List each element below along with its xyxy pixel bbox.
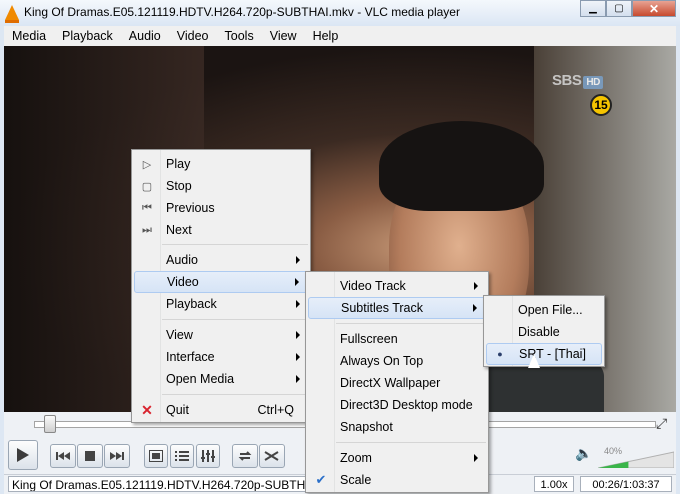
menu-media[interactable]: Media <box>4 29 54 43</box>
menu-item-interface[interactable]: Interface <box>134 346 308 368</box>
checkmark-icon: ✔ <box>315 472 327 487</box>
equalizer-button[interactable] <box>196 444 220 468</box>
play-button[interactable] <box>8 440 38 470</box>
extended-settings-button[interactable] <box>170 444 194 468</box>
menu-item-directx-wallpaper[interactable]: DirectX Wallpaper <box>308 372 486 394</box>
window-controls: ▁ ▢ ✕ <box>580 0 676 18</box>
menu-item-view[interactable]: View <box>134 324 308 346</box>
context-menu: ▷ Play ▢ Stop ⏮ Previous ⏭ Next Audio Vi… <box>131 149 311 423</box>
window-title: King Of Dramas.E05.121119.HDTV.H264.720p… <box>24 5 460 19</box>
next-icon: ⏭ <box>142 223 152 236</box>
minimize-button[interactable]: ▁ <box>580 0 606 17</box>
stop-icon: ▢ <box>141 180 153 193</box>
menu-item-next[interactable]: ⏭ Next <box>134 219 308 241</box>
equalizer-icon <box>201 450 215 462</box>
menu-item-srt-thai[interactable]: ● SRT - [Thai] <box>486 343 602 365</box>
previous-button[interactable] <box>50 444 76 468</box>
submenu-arrow-icon <box>295 278 299 286</box>
menu-item-audio[interactable]: Audio <box>134 249 308 271</box>
menu-item-zoom[interactable]: Zoom <box>308 447 486 469</box>
mouse-cursor-icon <box>528 354 540 368</box>
menu-item-quit[interactable]: ✕ Quit Ctrl+Q <box>134 399 308 421</box>
next-icon <box>110 452 124 460</box>
menu-help[interactable]: Help <box>305 29 347 43</box>
fullscreen-icon <box>149 450 163 462</box>
menu-item-play[interactable]: ▷ Play <box>134 153 308 175</box>
shuffle-icon <box>264 451 279 461</box>
submenu-arrow-icon <box>296 331 300 339</box>
fullscreen-button[interactable] <box>144 444 168 468</box>
menu-item-disable-subtitles[interactable]: Disable <box>486 321 602 343</box>
menu-item-direct3d-desktop[interactable]: Direct3D Desktop mode <box>308 394 486 416</box>
menu-tools[interactable]: Tools <box>217 29 262 43</box>
speaker-icon[interactable]: 🔈 <box>575 445 592 462</box>
menu-bar: Media Playback Audio Video Tools View He… <box>4 26 676 47</box>
title-bar: King Of Dramas.E05.121119.HDTV.H264.720p… <box>0 0 680 26</box>
list-icon <box>175 451 189 461</box>
submenu-arrow-icon <box>474 282 478 290</box>
close-button[interactable]: ✕ <box>632 0 676 17</box>
previous-icon: ⏮ <box>142 201 152 214</box>
menu-video[interactable]: Video <box>169 29 217 43</box>
menu-item-scale[interactable]: ✔ Scale <box>308 469 486 491</box>
shuffle-button[interactable] <box>259 444 285 468</box>
age-rating-badge: 15 <box>590 94 612 116</box>
stop-icon <box>85 451 95 461</box>
menu-item-snapshot[interactable]: Snapshot <box>308 416 486 438</box>
playback-speed[interactable]: 1.00x <box>534 476 574 492</box>
seek-handle[interactable] <box>43 415 56 433</box>
subtitles-submenu: Open File... Disable ● SRT - [Thai] <box>483 295 605 367</box>
stop-button[interactable] <box>77 444 103 468</box>
play-icon: ▷ <box>142 158 152 171</box>
next-button[interactable] <box>104 444 130 468</box>
submenu-arrow-icon <box>296 256 300 264</box>
video-submenu: Video Track Subtitles Track Fullscreen A… <box>305 271 489 493</box>
submenu-arrow-icon <box>473 304 477 312</box>
menu-item-previous[interactable]: ⏮ Previous <box>134 197 308 219</box>
channel-logo: SBS HD <box>552 72 603 89</box>
playback-time[interactable]: 00:26/1:03:37 <box>580 476 672 492</box>
previous-icon <box>56 452 70 460</box>
radio-dot-icon: ● <box>497 349 503 359</box>
menu-audio[interactable]: Audio <box>121 29 169 43</box>
maximize-button[interactable]: ▢ <box>606 0 632 17</box>
submenu-arrow-icon <box>296 375 300 383</box>
menu-playback[interactable]: Playback <box>54 29 121 43</box>
status-filename: King Of Dramas.E05.121119.HDTV.H264.720p… <box>8 476 308 492</box>
submenu-arrow-icon <box>474 454 478 462</box>
loop-button[interactable] <box>232 444 258 468</box>
volume-slider[interactable] <box>598 450 674 468</box>
expand-icon[interactable]: ⤢ <box>656 415 667 432</box>
menu-item-video[interactable]: Video <box>134 271 308 293</box>
menu-item-open-subtitle-file[interactable]: Open File... <box>486 299 602 321</box>
menu-item-video-track[interactable]: Video Track <box>308 275 486 297</box>
menu-item-subtitles-track[interactable]: Subtitles Track <box>308 297 486 319</box>
loop-icon <box>238 451 252 461</box>
submenu-arrow-icon <box>296 353 300 361</box>
quit-shortcut: Ctrl+Q <box>257 403 294 417</box>
play-icon <box>17 448 29 462</box>
menu-item-stop[interactable]: ▢ Stop <box>134 175 308 197</box>
submenu-arrow-icon <box>296 300 300 308</box>
vlc-cone-icon <box>5 5 19 23</box>
menu-item-open-media[interactable]: Open Media <box>134 368 308 390</box>
menu-item-playback[interactable]: Playback <box>134 293 308 315</box>
quit-x-icon: ✕ <box>141 401 153 418</box>
menu-item-always-on-top[interactable]: Always On Top <box>308 350 486 372</box>
menu-item-fullscreen[interactable]: Fullscreen <box>308 328 486 350</box>
menu-view[interactable]: View <box>262 29 305 43</box>
